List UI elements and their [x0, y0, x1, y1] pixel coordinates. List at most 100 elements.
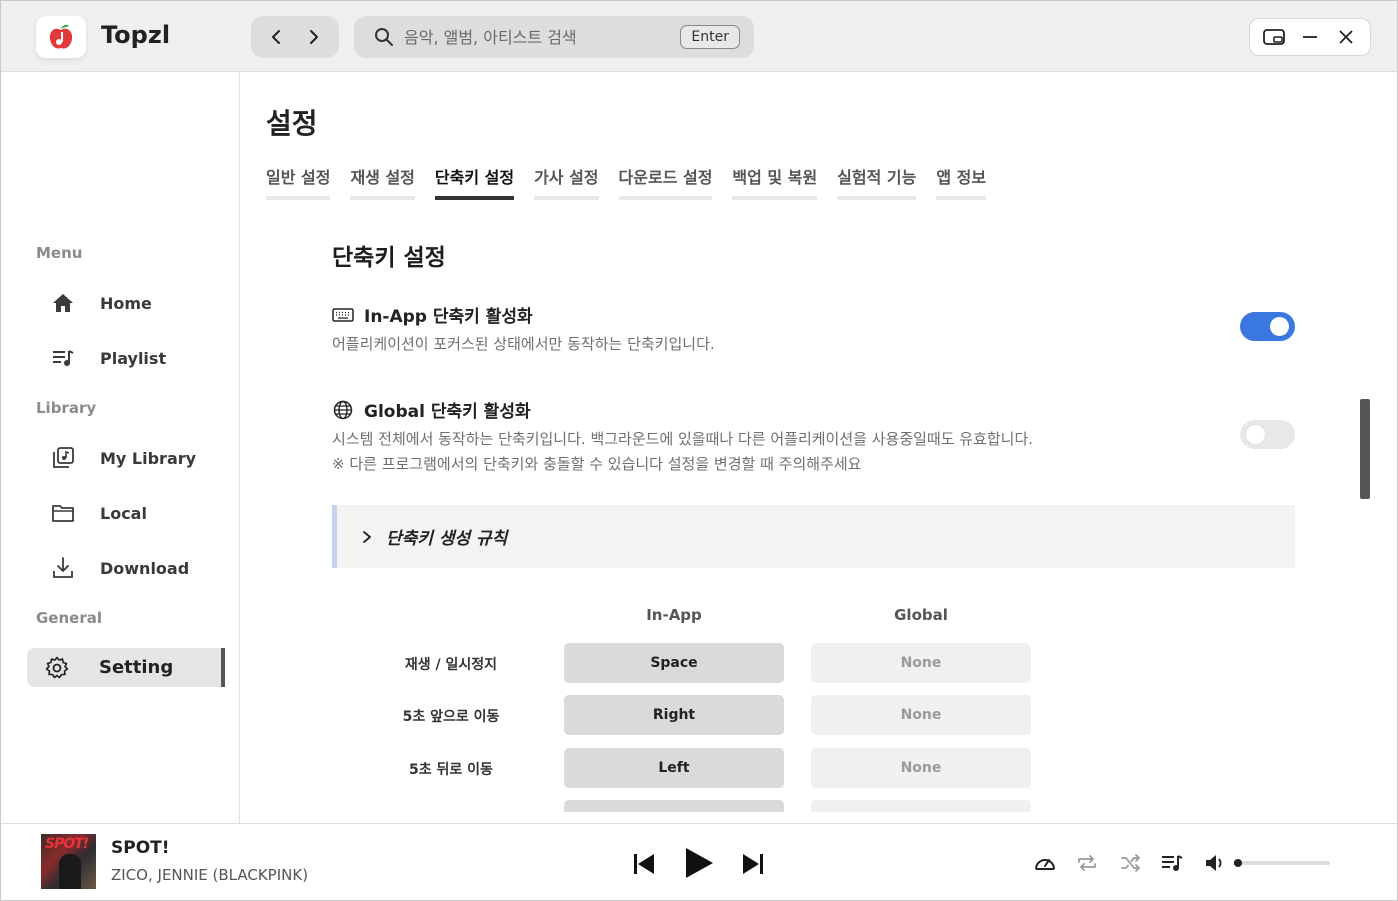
- playlist-icon: [46, 348, 80, 368]
- search-input[interactable]: [404, 27, 681, 47]
- previous-button[interactable]: [629, 849, 659, 879]
- search-box: Enter: [354, 16, 754, 58]
- sidebar-item-local[interactable]: Local: [46, 493, 226, 533]
- tab-experimental[interactable]: 실험적 기능: [837, 164, 917, 200]
- tab-playback[interactable]: 재생 설정: [350, 164, 415, 200]
- queue-button[interactable]: [1159, 850, 1185, 876]
- inapp-key-button[interactable]: Left: [564, 748, 784, 788]
- speedometer-icon: [1035, 859, 1055, 870]
- tab-download[interactable]: 다운로드 설정: [618, 164, 713, 200]
- settings-tabs: 일반 설정 재생 설정 단축키 설정 가사 설정 다운로드 설정 백업 및 복원…: [266, 164, 1006, 200]
- chevron-right-icon: [363, 530, 371, 543]
- apple-logo-icon: [49, 24, 73, 49]
- inapp-key-button[interactable]: Space: [564, 643, 784, 683]
- download-icon: [46, 557, 80, 579]
- inapp-key-button[interactable]: Right: [564, 695, 784, 735]
- volume-slider-knob[interactable]: [1234, 859, 1242, 867]
- home-icon: [46, 293, 80, 313]
- sidebar-item-my-library[interactable]: My Library: [46, 438, 226, 478]
- sidebar-item-playlist[interactable]: Playlist: [46, 338, 226, 378]
- folder-icon: [46, 503, 80, 523]
- song-artist: ZICO, JENNIE (BLACKPINK): [111, 866, 309, 884]
- global-key-button[interactable]: None: [811, 695, 1031, 735]
- sidebar-heading-general: General: [36, 609, 102, 627]
- play-button[interactable]: [681, 845, 717, 881]
- global-option-warning: ※ 다른 프로그램에서의 단축키와 충돌할 수 있습니다 설정을 변경할 때 주…: [332, 455, 862, 473]
- volume-button[interactable]: [1202, 850, 1228, 876]
- sidebar-item-label: Playlist: [100, 348, 167, 368]
- tab-app-info[interactable]: 앱 정보: [936, 164, 987, 200]
- tab-lyrics[interactable]: 가사 설정: [534, 164, 599, 200]
- inapp-shortcut-toggle[interactable]: [1240, 312, 1295, 341]
- keyboard-icon: [332, 304, 354, 326]
- shortcut-rules-accordion[interactable]: 단축키 생성 규칙: [332, 505, 1295, 568]
- next-button[interactable]: [738, 849, 768, 879]
- minimize-icon: [1303, 36, 1317, 38]
- global-key-button[interactable]: None: [811, 748, 1031, 788]
- close-button[interactable]: [1332, 23, 1360, 51]
- forward-button[interactable]: [300, 24, 326, 50]
- sidebar-item-label: Local: [100, 503, 147, 523]
- shuffle-button[interactable]: [1118, 850, 1144, 876]
- search-icon: [375, 28, 393, 46]
- album-art[interactable]: SPOT!: [41, 834, 96, 889]
- skip-next-icon: [743, 854, 763, 874]
- tab-shortcuts[interactable]: 단축키 설정: [434, 164, 515, 200]
- minimize-button[interactable]: [1296, 23, 1324, 51]
- song-title: SPOT!: [111, 838, 170, 858]
- mini-player-button[interactable]: [1260, 23, 1288, 51]
- tab-backup[interactable]: 백업 및 복원: [732, 164, 818, 200]
- app-window: Topzl Enter Menu: [0, 0, 1398, 901]
- history-nav: [251, 16, 339, 58]
- sidebar-heading-library: Library: [36, 399, 97, 417]
- speed-button[interactable]: [1032, 850, 1058, 876]
- back-button[interactable]: [264, 24, 290, 50]
- shortcut-action-label: 5초 앞으로 이동: [402, 709, 500, 725]
- globe-icon: [332, 399, 354, 421]
- picture-in-picture-icon: [1263, 29, 1285, 45]
- repeat-icon: [1078, 855, 1096, 871]
- sidebar-item-label: Setting: [99, 657, 174, 678]
- play-icon: [686, 848, 713, 878]
- global-option-label: Global 단축키 활성화: [364, 402, 531, 422]
- scrollbar-thumb[interactable]: [1360, 399, 1370, 499]
- window-controls: [1249, 18, 1371, 56]
- next-row-clipped: [241, 800, 1341, 812]
- column-header-inapp: In-App: [646, 606, 702, 624]
- library-icon: [46, 447, 80, 469]
- sidebar-item-download[interactable]: Download: [46, 548, 226, 588]
- shortcut-action-label: 5초 뒤로 이동: [409, 762, 493, 778]
- repeat-button[interactable]: [1074, 850, 1100, 876]
- album-art-title: SPOT!: [45, 836, 89, 852]
- global-key-button[interactable]: [811, 800, 1031, 812]
- volume-slider[interactable]: [1234, 859, 1330, 867]
- enter-key-hint: Enter: [680, 25, 740, 49]
- sidebar-item-setting[interactable]: Setting: [27, 648, 225, 687]
- sidebar-item-label: Download: [100, 558, 190, 578]
- app-logo: [36, 16, 86, 58]
- chevron-right-icon: [310, 30, 318, 44]
- page-title: 설정: [266, 107, 318, 140]
- shortcut-action-label: 재생 / 일시정지: [404, 657, 498, 673]
- shortcut-rules-label: 단축키 생성 규칙: [386, 529, 508, 549]
- player-bar: SPOT! SPOT! ZICO, JENNIE (BLACKPINK): [1, 823, 1397, 900]
- toggle-knob: [1246, 425, 1265, 444]
- sidebar-item-home[interactable]: Home: [46, 283, 226, 323]
- chevron-left-icon: [272, 30, 280, 44]
- queue-icon: [1162, 855, 1183, 871]
- sidebar: Menu Home Playlist Library My Library Lo…: [1, 72, 240, 824]
- title-bar: Topzl Enter: [1, 1, 1397, 72]
- global-key-button[interactable]: None: [811, 643, 1031, 683]
- sidebar-heading-menu: Menu: [36, 244, 83, 262]
- inapp-option-title: In-App 단축키 활성화: [332, 302, 533, 327]
- inapp-key-button[interactable]: [564, 800, 784, 812]
- close-icon: [1339, 30, 1353, 44]
- section-title: 단축키 설정: [332, 245, 446, 271]
- gear-icon: [42, 656, 72, 680]
- sidebar-item-label: My Library: [100, 448, 197, 468]
- global-shortcut-toggle[interactable]: [1240, 420, 1295, 449]
- column-header-global: Global: [894, 606, 948, 624]
- volume-icon: [1206, 855, 1222, 871]
- tab-general[interactable]: 일반 설정: [266, 164, 331, 200]
- global-option-description: 시스템 전체에서 동작하는 단축키입니다. 백그라운드에 있을때나 다른 어플리…: [332, 430, 1034, 448]
